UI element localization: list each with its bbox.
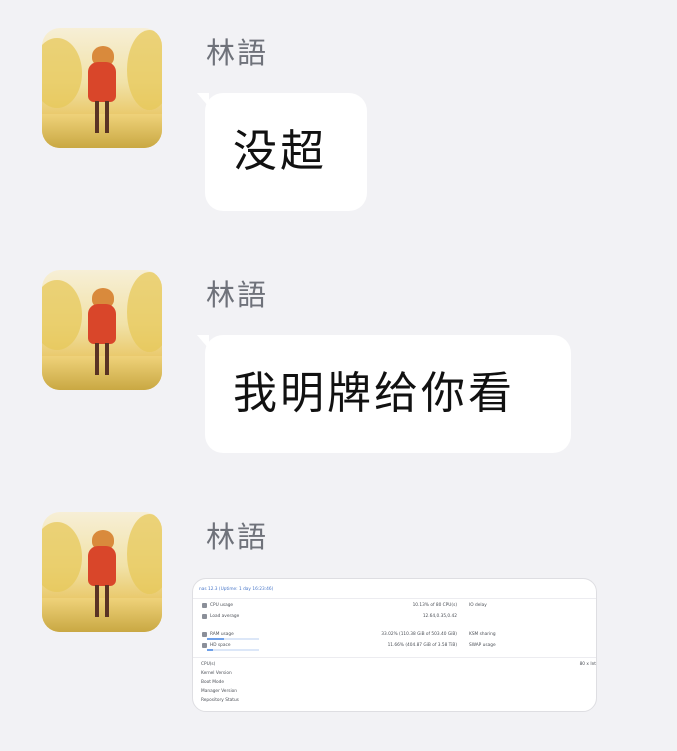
usage-bar (207, 638, 259, 640)
stat-row: HD space 11.66% (404.87 GiB of 3.58 TiB)… (199, 642, 590, 651)
disk-icon (202, 643, 207, 648)
screenshot-header: nas 12.3 (Uptime: 1 day 16:23:46) (199, 587, 274, 592)
cpu-icon (202, 603, 207, 608)
message-text: 我明牌给你看 (233, 368, 515, 419)
ram-icon (202, 632, 207, 637)
message-text: 没超 (233, 126, 327, 177)
avatar[interactable] (42, 270, 162, 390)
sender-name: 林語 (206, 36, 269, 70)
avatar[interactable] (42, 512, 162, 632)
stat-row: Load average 12.64,0.35,0.42 (199, 613, 590, 621)
stat-row: CPU usage 10.13% of 80 CPU(s) IO delay (199, 602, 590, 610)
stat-row: RAM usage 33.02% (110.38 GiB of 503.40 G… (199, 631, 590, 640)
avatar[interactable] (42, 28, 162, 148)
message-bubble[interactable]: 我明牌给你看 (197, 335, 571, 453)
load-icon (202, 614, 207, 619)
image-message[interactable]: nas 12.3 (Uptime: 1 day 16:23:46) CPU us… (192, 578, 597, 712)
sender-name: 林語 (206, 520, 269, 554)
message-bubble[interactable]: 没超 (197, 93, 367, 211)
usage-bar (207, 649, 259, 651)
sender-name: 林語 (206, 278, 269, 312)
